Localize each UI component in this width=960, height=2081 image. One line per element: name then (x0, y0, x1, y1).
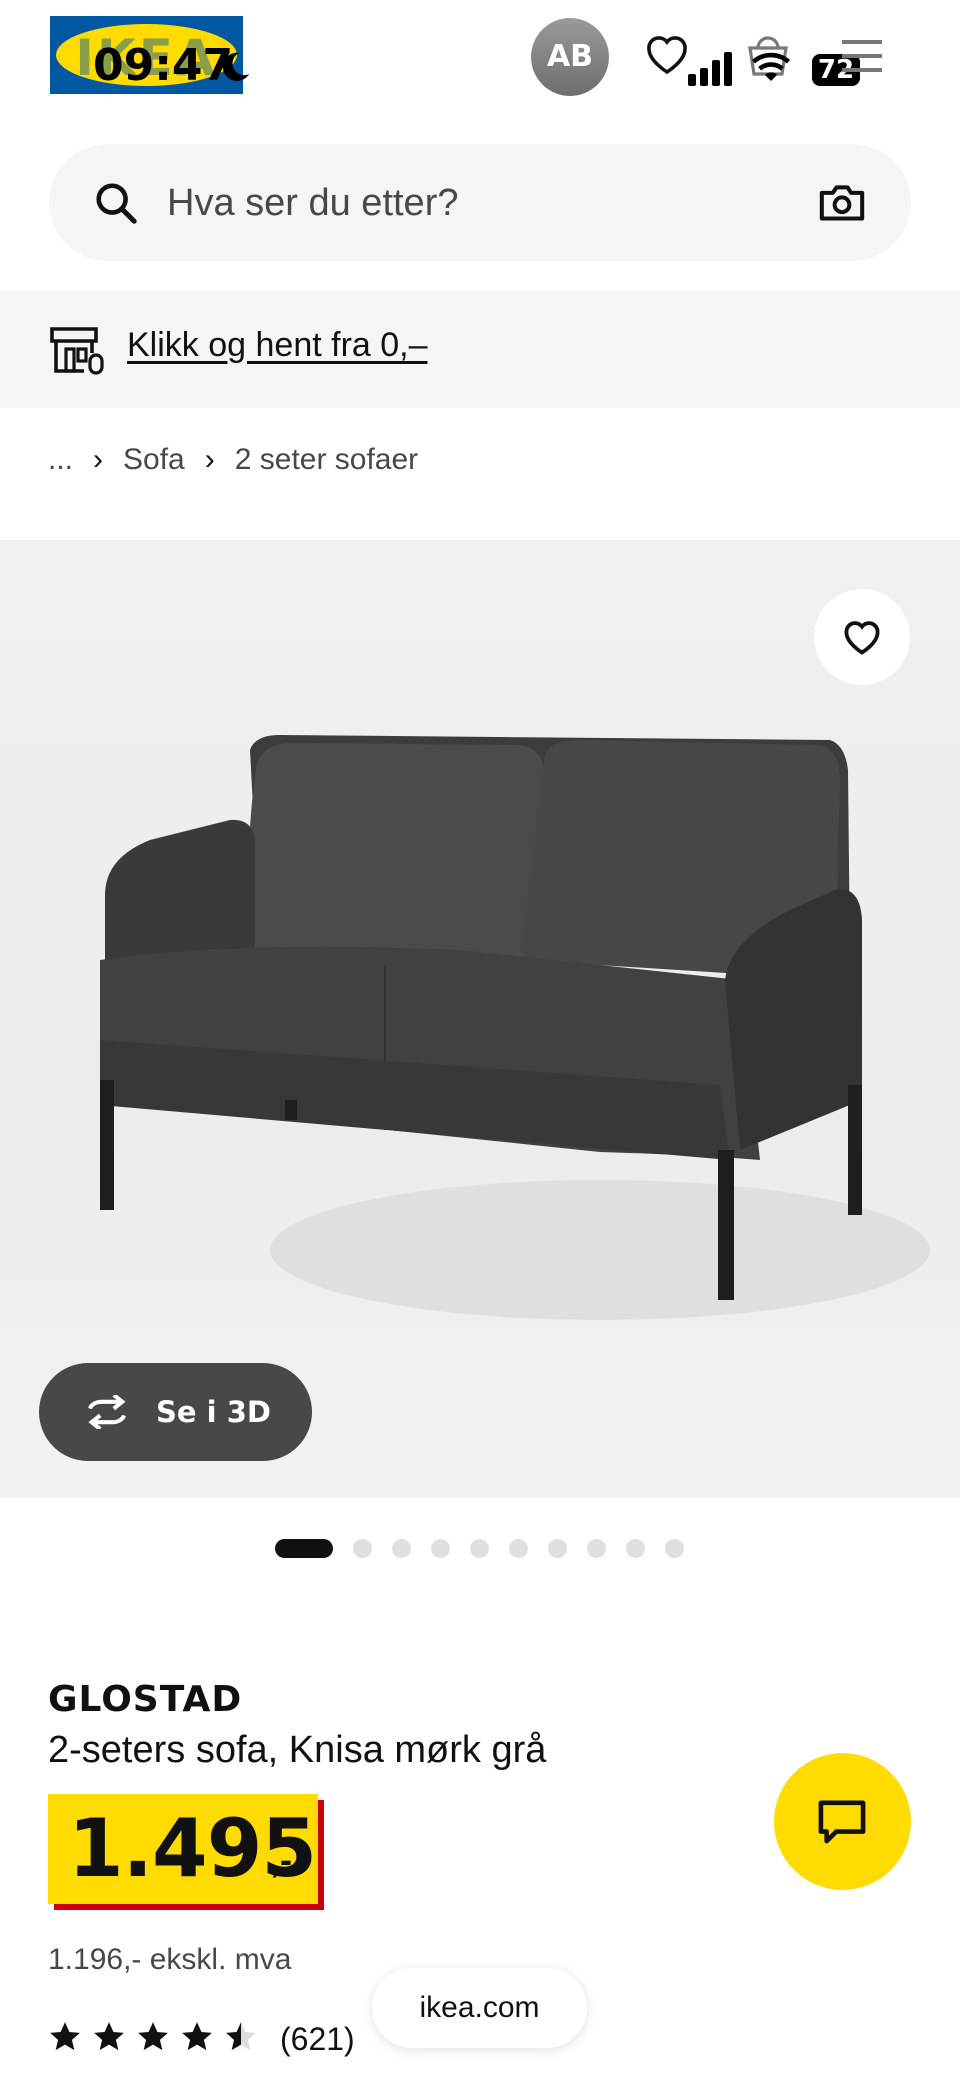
page-dot[interactable] (470, 1538, 489, 1558)
star-icon (138, 2022, 168, 2051)
store-icon (50, 327, 104, 375)
wifi-icon (751, 52, 791, 81)
page-dot[interactable] (353, 1538, 372, 1558)
page-dot[interactable] (626, 1538, 645, 1558)
chat-button[interactable] (774, 1753, 911, 1890)
favourites-heart-icon[interactable] (643, 32, 691, 76)
breadcrumb-item-sofa[interactable]: Sofa (123, 440, 185, 480)
page-dot[interactable] (509, 1538, 528, 1558)
review-count[interactable]: (621) (280, 2018, 355, 2060)
page-dot[interactable] (548, 1538, 567, 1558)
search-input[interactable]: Hva ser du etter? (167, 180, 458, 226)
menu-icon[interactable] (842, 38, 882, 74)
view-3d-button[interactable]: Se i 3D (39, 1363, 312, 1461)
view-3d-label: Se i 3D (156, 1395, 271, 1429)
camera-icon[interactable] (818, 180, 866, 224)
star-icon (94, 2022, 124, 2051)
search-icon (96, 183, 137, 224)
star-icon (182, 2022, 212, 2051)
half-star-icon (226, 2022, 256, 2051)
browser-domain-pill[interactable]: ikea.com (372, 1968, 587, 2048)
moon-icon (222, 52, 250, 81)
sofa-illustration (100, 735, 930, 1320)
breadcrumb-ellipsis[interactable]: ... (48, 440, 73, 480)
rotate-3d-icon (88, 1395, 126, 1429)
page-dot[interactable] (665, 1538, 684, 1558)
breadcrumb-separator: › (204, 443, 215, 476)
page-dot[interactable] (392, 1538, 411, 1558)
gallery-pagination[interactable] (275, 1538, 704, 1558)
page-dot-active[interactable] (275, 1538, 333, 1558)
click-collect-link[interactable]: Klikk og hent fra 0,– (127, 322, 428, 368)
price-tag: 1.495 ,- (48, 1794, 318, 1904)
avatar[interactable]: AB (531, 18, 609, 96)
heart-icon (844, 621, 880, 655)
star-icon (50, 2022, 80, 2051)
price-suffix: ,- (270, 1839, 292, 1880)
product-image[interactable] (0, 540, 960, 1498)
save-favourite-button[interactable] (814, 589, 910, 685)
rating-stars[interactable] (48, 2020, 258, 2060)
breadcrumb-item-2-seter[interactable]: 2 seter sofaer (235, 440, 418, 480)
signal-icon (688, 52, 732, 86)
status-time: 09:47 (93, 40, 234, 91)
chat-icon (818, 1800, 866, 1844)
product-name: GLOSTAD (48, 1679, 243, 1720)
price-ex-vat: 1.196,- ekskl. mva (48, 1943, 292, 1976)
breadcrumb: ... › Sofa › 2 seter sofaer (48, 440, 418, 480)
page-dot[interactable] (431, 1538, 450, 1558)
product-description: 2-seters sofa, Knisa mørk grå (48, 1729, 547, 1771)
breadcrumb-separator: › (93, 443, 104, 476)
page-dot[interactable] (587, 1538, 606, 1558)
